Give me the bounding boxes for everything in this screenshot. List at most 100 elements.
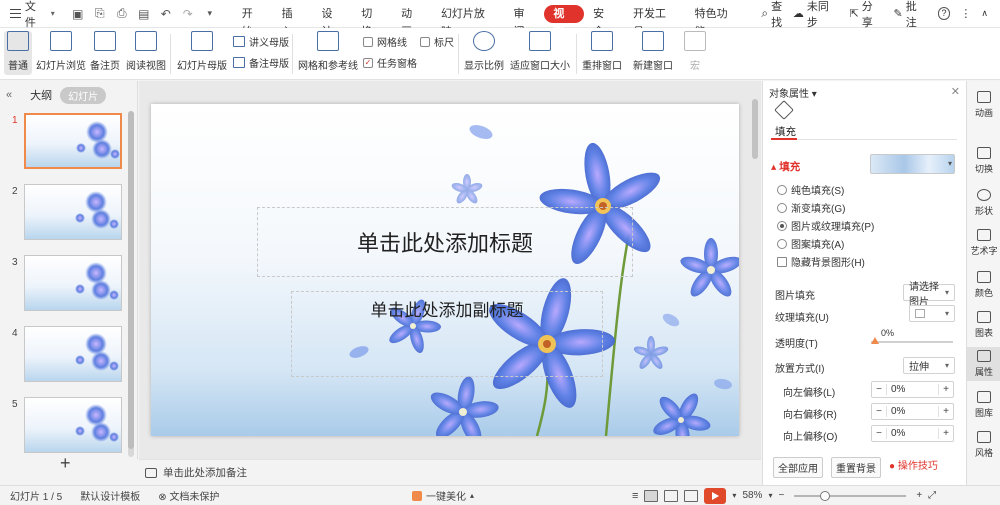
outline-tab[interactable]: 大纲 (30, 87, 52, 103)
slider-knob[interactable] (871, 337, 879, 344)
gridlines-checkbox[interactable]: 网格线 (363, 34, 407, 49)
radio-circle[interactable] (777, 184, 787, 195)
increment-button[interactable]: + (939, 384, 953, 395)
solid-fill-radio[interactable]: 纯色填充(S) (777, 182, 844, 197)
slide-canvas[interactable]: 单击此处添加标题 单击此处添加副标题 (151, 104, 739, 436)
beautify-button[interactable]: 一键美化 ▴ (412, 488, 474, 503)
tab-animation[interactable]: 动画 (392, 5, 432, 38)
zoom-out-icon[interactable]: − (778, 490, 784, 501)
increment-button[interactable]: + (939, 406, 953, 417)
thumbnail-item[interactable]: 1 (0, 113, 128, 175)
new-window-button[interactable]: 新建窗口 (633, 31, 673, 72)
grid-guides-button[interactable]: 网格和参考线 (298, 31, 358, 72)
properties-header[interactable]: 对象属性 ▾ (769, 85, 817, 100)
slide-thumbnail[interactable] (24, 326, 122, 382)
play-slideshow-button[interactable] (704, 487, 727, 504)
tab-slideshow[interactable]: 幻灯片放映 (432, 5, 505, 38)
decrement-button[interactable]: − (872, 384, 886, 395)
slide-thumbnail[interactable] (24, 113, 122, 169)
reading-view-icon[interactable] (684, 489, 699, 502)
tab-home[interactable]: 开始 (233, 5, 273, 38)
collapse-ribbon-icon[interactable]: ∧ (981, 8, 988, 19)
help-icon[interactable]: ? (937, 7, 951, 20)
radio-circle[interactable] (777, 238, 787, 249)
radio-circle[interactable] (777, 202, 787, 213)
collapse-panel-icon[interactable]: « (6, 89, 12, 101)
scrollbar-thumb[interactable] (128, 111, 134, 449)
print-icon[interactable]: ⎙ (115, 6, 129, 21)
placement-dropdown[interactable]: 拉伸 ▾ (903, 357, 955, 374)
slide-sorter-icon[interactable] (664, 489, 679, 502)
check-box[interactable] (777, 256, 787, 267)
slide-thumbnail[interactable] (24, 397, 122, 453)
offset-left-value[interactable]: 0% (886, 384, 939, 395)
notes-toggle-icon[interactable]: ≡ (632, 490, 638, 502)
search-button[interactable]: ⌕ 查找 (761, 0, 793, 30)
slideshow-options-icon[interactable]: ▾ (732, 491, 736, 500)
canvas-scrollbar[interactable] (751, 91, 759, 451)
decrement-button[interactable]: − (872, 406, 886, 417)
offset-right-stepper[interactable]: − 0% + (871, 403, 954, 420)
slide-browse-button[interactable]: 幻灯片浏览 (36, 31, 86, 72)
doc-protect-status[interactable]: ⊗ 文档未保护 (158, 488, 219, 503)
transparency-slider[interactable] (871, 337, 953, 344)
tab-security[interactable]: 安全 (584, 5, 624, 38)
subtitle-placeholder[interactable]: 单击此处添加副标题 (291, 291, 603, 377)
close-icon[interactable]: ✕ (951, 85, 960, 98)
reading-view-button[interactable]: 阅读视图 (126, 31, 166, 72)
sidebar-item-gallery[interactable]: 图库 (967, 391, 1000, 419)
notes-page-button[interactable]: 备注页 (90, 31, 120, 72)
offset-up-value[interactable]: 0% (886, 428, 939, 439)
fill-tab[interactable]: 填充 (775, 124, 796, 139)
ruler-check-box[interactable] (420, 36, 430, 47)
offset-up-stepper[interactable]: − 0% + (871, 425, 954, 442)
save-icon[interactable]: ▣ (71, 7, 85, 21)
more-icon[interactable]: ▾ (203, 8, 217, 19)
tab-special[interactable]: 特色功能 (686, 5, 748, 38)
normal-view-button[interactable]: 普通 (4, 31, 32, 75)
decrement-button[interactable]: − (872, 428, 886, 439)
task-pane-checkbox[interactable]: ✓ 任务窗格 (363, 55, 417, 70)
template-name[interactable]: 默认设计模板 (80, 488, 140, 503)
picture-fill-radio[interactable]: 图片或纹理填充(P) (777, 218, 874, 233)
reset-background-button[interactable]: 重置背景 (831, 457, 881, 478)
zoom-in-icon[interactable]: + (916, 490, 922, 501)
thumbnail-item[interactable]: 5 (0, 397, 128, 459)
tab-review[interactable]: 审阅 (505, 5, 545, 38)
slide-master-button[interactable]: 幻灯片母版 (177, 31, 227, 72)
slide-thumbnail[interactable] (24, 255, 122, 311)
sidebar-item-properties[interactable]: 属性 (967, 347, 1000, 381)
tips-link[interactable]: ● 操作技巧 (889, 457, 938, 478)
sidebar-item-shape[interactable]: 形状 (967, 189, 1000, 217)
file-menu[interactable]: 文件 ▾ (0, 0, 63, 30)
thumbnail-item[interactable]: 2 (0, 184, 128, 246)
notes-master-button[interactable]: 备注母版 (233, 55, 289, 70)
macro-button[interactable]: 宏 (684, 31, 706, 72)
thumbnail-item[interactable]: 4 (0, 326, 128, 388)
undo-icon[interactable]: ↶ (159, 7, 173, 21)
fill-preview-dropdown[interactable] (870, 154, 955, 174)
tab-insert[interactable]: 插入 (273, 5, 313, 38)
fit-slide-icon[interactable]: ⤢ (928, 490, 936, 501)
arrange-windows-button[interactable]: 重排窗口 (582, 31, 622, 72)
increment-button[interactable]: + (939, 428, 953, 439)
tab-view[interactable]: 视图 (544, 4, 585, 38)
apply-all-button[interactable]: 全部应用 (773, 457, 823, 478)
select-picture-dropdown[interactable]: 请选择图片 ▾ (903, 282, 955, 308)
task-pane-check-box[interactable]: ✓ (363, 57, 373, 68)
radio-circle[interactable] (777, 220, 787, 231)
offset-right-value[interactable]: 0% (886, 406, 939, 417)
handout-master-button[interactable]: 讲义母版 (233, 34, 289, 49)
zoom-slider-knob[interactable] (820, 490, 831, 501)
offset-left-stepper[interactable]: − 0% + (871, 381, 954, 398)
redo-icon[interactable]: ↷ (181, 7, 195, 21)
sidebar-item-wordart[interactable]: 艺术字 (967, 229, 1000, 257)
sidebar-item-transition[interactable]: 切换 (967, 147, 1000, 175)
export-icon[interactable]: ⎘ (93, 6, 107, 21)
gradient-fill-radio[interactable]: 渐变填充(G) (777, 200, 845, 215)
sidebar-item-style[interactable]: 风格 (967, 431, 1000, 459)
share-button[interactable]: ⇱ 分享 (850, 0, 884, 30)
sidebar-item-animation[interactable]: 动画 (967, 91, 1000, 119)
tab-design[interactable]: 设计 (312, 5, 352, 38)
sidebar-item-color[interactable]: 颜色 (967, 271, 1000, 299)
